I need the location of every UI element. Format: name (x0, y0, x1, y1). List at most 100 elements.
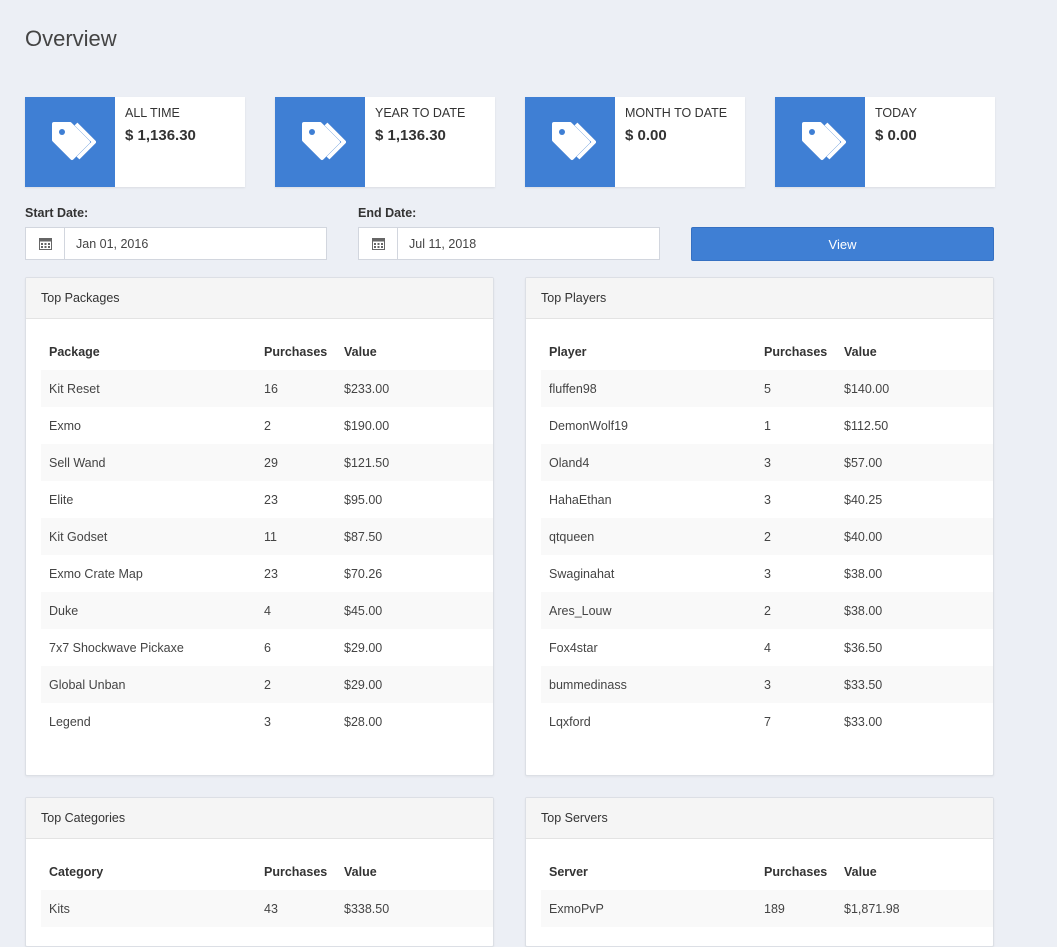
player-name: qtqueen (541, 518, 756, 555)
stat-value: $ 0.00 (875, 127, 917, 144)
tags-icon (25, 97, 115, 187)
package-name: Exmo (49, 418, 81, 433)
value: $1,871.98 (836, 890, 993, 927)
start-date-label: Start Date: (25, 206, 89, 220)
purchases: 7 (764, 714, 771, 729)
top-servers-table: Server Purchases Value ExmoPvP 189 $1,871.… (541, 853, 993, 927)
purchases: 2 (264, 418, 271, 433)
stat-label: MONTH TO DATE (625, 106, 728, 120)
server-name: ExmoPvP (541, 890, 756, 927)
package-name: 7x7 Shockwave Pickaxe (49, 640, 184, 655)
column-header: Value (844, 864, 877, 879)
table-row: bummedinass 3 $33.50 (541, 666, 993, 703)
purchases: 16 (256, 370, 336, 407)
package-name: Sell Wand (41, 444, 256, 481)
player-name: Swaginahat (549, 566, 615, 581)
tags-icon (525, 97, 615, 187)
column-header: Value (844, 344, 877, 359)
top-servers-panel: Top Servers Server Purchases Value ExmoP… (525, 797, 994, 947)
column-header: Value (344, 344, 377, 359)
column-header: Package (49, 344, 100, 359)
end-date-input[interactable] (398, 228, 658, 259)
stat-label: ALL TIME (125, 106, 180, 120)
table-row: Sell Wand 29 $121.50 (41, 444, 493, 481)
table-row: DemonWolf19 1 $112.50 (541, 407, 993, 444)
purchases: 3 (764, 566, 771, 581)
table-row: fluffen98 5 $140.00 (541, 370, 993, 407)
column-header: Server (549, 864, 588, 879)
end-date-group (358, 227, 660, 260)
stat-box-today: TODAY $ 0.00 (775, 97, 995, 187)
package-name: Kit Reset (41, 370, 256, 407)
calendar-icon[interactable] (359, 228, 398, 259)
package-name: Kit Godset (41, 518, 256, 555)
column-header: Purchases (764, 344, 828, 359)
calendar-icon[interactable] (26, 228, 65, 259)
column-header: Purchases (764, 864, 828, 879)
view-button[interactable]: View (691, 227, 994, 261)
column-header: Player (549, 344, 587, 359)
player-name: fluffen98 (541, 370, 756, 407)
value: $112.50 (844, 418, 889, 433)
player-name: DemonWolf19 (549, 418, 628, 433)
table-row: Exmo 2 $190.00 (41, 407, 493, 444)
table-row: Exmo Crate Map 23 $70.26 (41, 555, 493, 592)
value: $70.26 (344, 566, 383, 581)
panel-title: Top Players (526, 278, 993, 319)
category-name: Kits (41, 890, 256, 927)
stat-value: $ 1,136.30 (125, 127, 196, 144)
value: $33.50 (836, 666, 993, 703)
value: $40.00 (836, 518, 993, 555)
table-row: HahaEthan 3 $40.25 (541, 481, 993, 518)
purchases: 189 (756, 890, 836, 927)
player-name: HahaEthan (549, 492, 612, 507)
value: $95.00 (344, 492, 383, 507)
table-row: Kit Reset 16 $233.00 (41, 370, 493, 407)
value: $57.00 (836, 444, 993, 481)
stat-box-month-to-date: MONTH TO DATE $ 0.00 (525, 97, 745, 187)
panel-title: Top Servers (526, 798, 993, 839)
table-row: Ares_Louw 2 $38.00 (541, 592, 993, 629)
top-packages-table: Package Purchases Value Kit Reset 16 $233.… (41, 333, 493, 740)
value: $28.00 (344, 714, 383, 729)
top-categories-table: Category Purchases Value Kits 43 $338.50 (41, 853, 493, 927)
stat-value: $ 0.00 (625, 127, 667, 144)
column-header: Purchases (264, 344, 328, 359)
top-categories-panel: Top Categories Category Purchases Value … (25, 797, 494, 947)
value: $40.25 (844, 492, 883, 507)
table-row: Lqxford 7 $33.00 (541, 703, 993, 740)
tags-icon (775, 97, 865, 187)
value: $87.50 (336, 518, 493, 555)
purchases: 4 (256, 592, 336, 629)
purchases: 2 (756, 518, 836, 555)
value: $140.00 (836, 370, 993, 407)
table-row: 7x7 Shockwave Pickaxe 6 $29.00 (41, 629, 493, 666)
table-row: Swaginahat 3 $38.00 (541, 555, 993, 592)
top-players-table: Player Purchases Value fluffen98 5 $140.00… (541, 333, 993, 740)
end-date-label: End Date: (358, 206, 417, 220)
table-row: Kit Godset 11 $87.50 (41, 518, 493, 555)
value: $36.50 (844, 640, 883, 655)
value: $233.00 (336, 370, 493, 407)
purchases: 3 (764, 492, 771, 507)
top-players-panel: Top Players Player Purchases Value fluff… (525, 277, 994, 776)
table-row: Oland4 3 $57.00 (541, 444, 993, 481)
package-name: Legend (49, 714, 91, 729)
value: $38.00 (836, 592, 993, 629)
column-header: Value (344, 864, 377, 879)
purchases: 4 (764, 640, 771, 655)
start-date-input[interactable] (65, 228, 325, 259)
package-name: Elite (49, 492, 74, 507)
table-row: Elite 23 $95.00 (41, 481, 493, 518)
stat-box-all-time: ALL TIME $ 1,136.30 (25, 97, 245, 187)
table-row: Fox4star 4 $36.50 (541, 629, 993, 666)
table-row: Duke 4 $45.00 (41, 592, 493, 629)
table-row: ExmoPvP 189 $1,871.98 (541, 890, 993, 927)
purchases: 11 (256, 518, 336, 555)
tags-icon (275, 97, 365, 187)
value: $45.00 (336, 592, 493, 629)
purchases: 1 (764, 418, 771, 433)
table-row: Kits 43 $338.50 (41, 890, 493, 927)
start-date-group (25, 227, 327, 260)
purchases: 3 (756, 666, 836, 703)
